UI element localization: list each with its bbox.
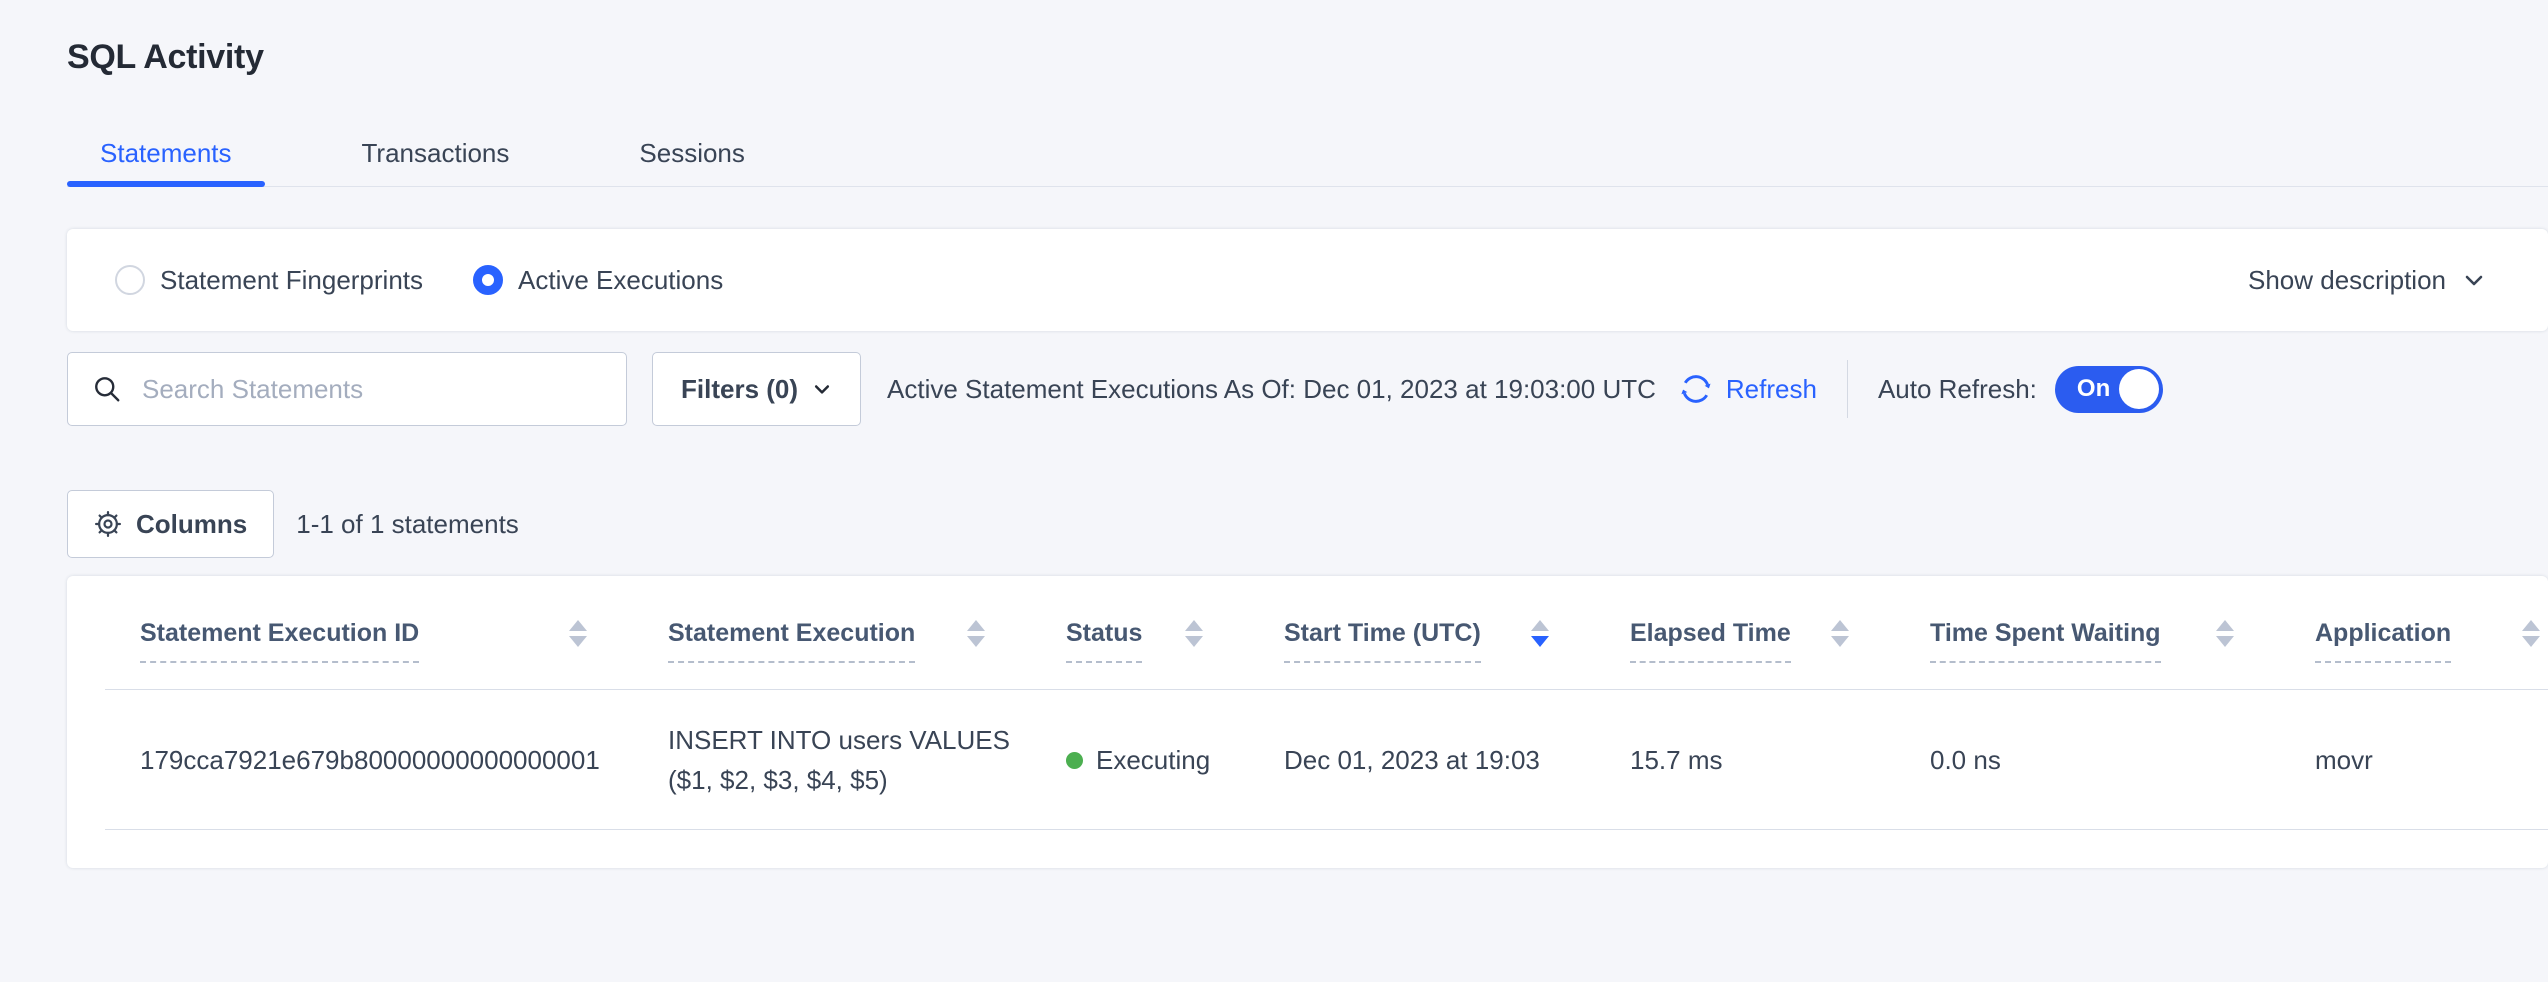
sort-icons xyxy=(2522,620,2540,647)
cell-start-time: Dec 01, 2023 at 19:03 xyxy=(1211,690,1557,830)
table-row[interactable]: 179cca7921e679b80000000000000001 INSERT … xyxy=(67,690,2548,830)
radio-active-executions[interactable]: Active Executions xyxy=(473,265,723,296)
show-description-button[interactable]: Show description xyxy=(2248,265,2486,296)
sort-icons xyxy=(2216,620,2234,647)
column-header-elapsed-time[interactable]: Elapsed Time xyxy=(1557,576,1857,690)
auto-refresh-toggle-state: On xyxy=(2077,375,2110,403)
table-header-row: Statement Execution ID Statement Executi… xyxy=(67,576,2548,690)
column-header-application[interactable]: Application xyxy=(2242,576,2548,690)
cell-statement-execution[interactable]: INSERT INTO users VALUES ($1, $2, $3, $4… xyxy=(595,690,993,830)
sort-icons xyxy=(967,620,985,647)
chevron-down-icon xyxy=(2462,268,2486,292)
columns-button[interactable]: Columns xyxy=(67,490,274,558)
search-icon xyxy=(92,374,122,404)
controls-row: Filters (0) Active Statement Executions … xyxy=(67,350,2548,428)
filters-button-label: Filters (0) xyxy=(681,374,798,405)
cell-elapsed-time: 15.7 ms xyxy=(1557,690,1857,830)
page-title: SQL Activity xyxy=(67,0,2548,77)
view-mode-card: Statement Fingerprints Active Executions… xyxy=(67,229,2548,331)
as-of-timestamp: Active Statement Executions As Of: Dec 0… xyxy=(887,374,1656,405)
sort-icons xyxy=(569,620,587,647)
refresh-icon xyxy=(1678,371,1714,407)
results-count: 1-1 of 1 statements xyxy=(296,509,519,540)
tab-statements[interactable]: Statements xyxy=(67,121,265,186)
column-header-statement-execution-id[interactable]: Statement Execution ID xyxy=(67,576,595,690)
sort-icons xyxy=(1831,620,1849,647)
tab-statements-label: Statements xyxy=(100,138,232,169)
tab-sessions[interactable]: Sessions xyxy=(606,121,778,186)
tab-transactions[interactable]: Transactions xyxy=(329,121,543,186)
auto-refresh-label: Auto Refresh: xyxy=(1878,374,2037,405)
cell-status: Executing xyxy=(993,690,1211,830)
vertical-divider xyxy=(1847,360,1848,418)
filters-button[interactable]: Filters (0) xyxy=(652,352,861,426)
search-input[interactable] xyxy=(140,373,614,406)
column-header-time-spent-waiting[interactable]: Time Spent Waiting xyxy=(1857,576,2242,690)
statements-table: Statement Execution ID Statement Executi… xyxy=(67,576,2548,868)
radio-statement-fingerprints[interactable]: Statement Fingerprints xyxy=(115,265,423,296)
radio-active-executions-label: Active Executions xyxy=(518,265,723,296)
show-description-label: Show description xyxy=(2248,265,2446,296)
refresh-label: Refresh xyxy=(1726,374,1817,405)
chevron-down-icon xyxy=(812,379,832,399)
active-tab-indicator xyxy=(67,181,265,187)
search-box xyxy=(67,352,627,426)
column-header-status[interactable]: Status xyxy=(993,576,1211,690)
columns-button-label: Columns xyxy=(136,509,247,540)
auto-refresh-toggle[interactable]: On xyxy=(2055,366,2163,413)
gear-icon xyxy=(94,510,122,538)
radio-statement-fingerprints-label: Statement Fingerprints xyxy=(160,265,423,296)
sort-icons-active-desc xyxy=(1531,620,1549,647)
column-header-start-time[interactable]: Start Time (UTC) xyxy=(1211,576,1557,690)
table-toolbar: Columns 1-1 of 1 statements xyxy=(67,490,2548,558)
sort-icons xyxy=(1185,620,1203,647)
toggle-knob xyxy=(2119,369,2159,409)
tab-transactions-label: Transactions xyxy=(362,138,510,169)
cell-application: movr xyxy=(2242,690,2548,830)
cell-time-spent-waiting: 0.0 ns xyxy=(1857,690,2242,830)
tab-sessions-label: Sessions xyxy=(639,138,745,169)
radio-unselected-icon xyxy=(115,265,145,295)
sql-activity-tabs: Statements Transactions Sessions xyxy=(67,121,2548,187)
column-header-statement-execution[interactable]: Statement Execution xyxy=(595,576,993,690)
radio-selected-icon xyxy=(473,265,503,295)
refresh-button[interactable]: Refresh xyxy=(1678,371,1817,407)
cell-statement-execution-id: 179cca7921e679b80000000000000001 xyxy=(67,690,595,830)
status-executing-dot-icon xyxy=(1066,752,1083,769)
